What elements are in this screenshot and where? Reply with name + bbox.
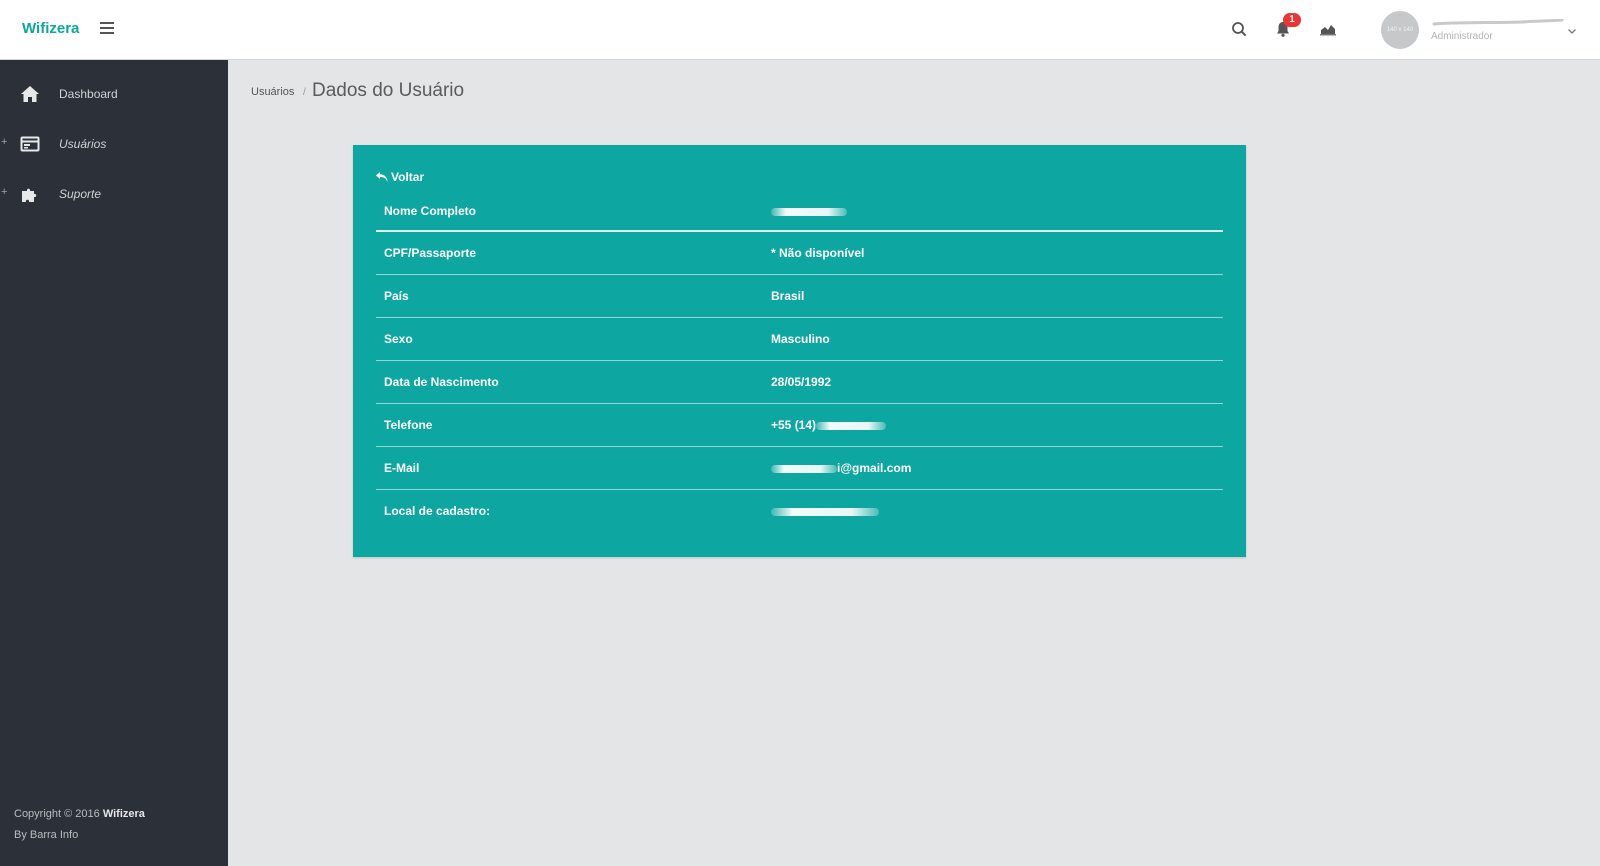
detail-row-nascimento: Data de Nascimento 28/05/1992 (376, 361, 1223, 404)
chevron-down-icon[interactable] (1567, 27, 1577, 35)
redacted-email-user (771, 465, 837, 473)
detail-label: Data de Nascimento (384, 375, 499, 389)
detail-value (771, 204, 847, 218)
expand-plus-icon[interactable]: + (1, 186, 7, 198)
detail-label: Telefone (384, 418, 433, 432)
detail-value: 28/05/1992 (771, 375, 832, 389)
expand-plus-icon[interactable]: + (1, 136, 7, 148)
reply-arrow-icon (376, 172, 388, 182)
puzzle-icon (22, 188, 37, 202)
top-navbar: Wifizera 1 140 x 140 Administrador (0, 0, 1600, 60)
detail-row-telefone: Telefone +55 (14) (376, 404, 1223, 447)
card-icon (20, 136, 40, 152)
sidebar-item-usuarios[interactable]: + Usuários (0, 124, 228, 164)
detail-row-local: Local de cadastro: (376, 490, 1223, 533)
back-button[interactable]: Voltar (375, 170, 424, 184)
detail-row-nome: Nome Completo (376, 186, 1223, 232)
detail-row-pais: País Brasil (376, 275, 1223, 318)
detail-label: País (384, 289, 409, 303)
home-icon (21, 86, 39, 102)
user-role: Administrador (1431, 31, 1493, 42)
sidebar-footer: Copyright © 2016 Wifizera By Barra Info (14, 804, 145, 846)
sidebar-item-label: Usuários (59, 137, 107, 151)
sidebar-item-suporte[interactable]: + Suporte (0, 174, 228, 214)
detail-value (771, 504, 879, 518)
notification-badge: 1 (1283, 13, 1301, 27)
copyright-company: Wifizera (102, 808, 145, 820)
sidebar-item-label: Dashboard (59, 87, 118, 101)
detail-value: Masculino (771, 332, 830, 346)
detail-row-email: E-Mail i@gmail.com (376, 447, 1223, 490)
credit-text: By Barra Info (14, 829, 79, 841)
avatar[interactable]: 140 x 140 (1381, 11, 1419, 49)
detail-label: Sexo (384, 332, 413, 346)
detail-label: Nome Completo (384, 204, 477, 218)
redacted-location (771, 508, 879, 516)
brand-logo[interactable]: Wifizera (22, 20, 79, 37)
copyright-line: Copyright © 2016 Wifizera (14, 804, 145, 825)
breadcrumb-usuarios-link[interactable]: Usuários (251, 86, 294, 98)
user-details-card: Voltar Nome Completo CPF/Passaporte * Nã… (353, 145, 1246, 557)
detail-value: +55 (14) (771, 418, 887, 432)
copyright-text: Copyright © 2016 (14, 808, 100, 820)
page-title: Dados do Usuário (312, 80, 465, 101)
user-name-redacted (1432, 19, 1564, 26)
menu-toggle-icon[interactable] (100, 22, 114, 36)
search-icon[interactable] (1228, 18, 1250, 40)
detail-value: Brasil (771, 289, 805, 303)
redacted-phone (816, 422, 887, 430)
detail-row-cpf: CPF/Passaporte * Não disponível (376, 232, 1223, 275)
phone-prefix: +55 (14) (771, 418, 817, 432)
back-button-label: Voltar (391, 170, 425, 184)
detail-label: Local de cadastro: (384, 504, 491, 518)
detail-value: * Não disponível (771, 246, 865, 260)
redacted-name (771, 208, 847, 216)
email-domain: i@gmail.com (837, 461, 912, 475)
detail-label: CPF/Passaporte (384, 246, 477, 260)
detail-row-sexo: Sexo Masculino (376, 318, 1223, 361)
user-details-list: Nome Completo CPF/Passaporte * Não dispo… (376, 186, 1223, 533)
sidebar-item-label: Suporte (59, 187, 102, 201)
detail-label: E-Mail (384, 461, 420, 475)
breadcrumb-separator: / (303, 87, 306, 98)
sidebar: Dashboard + Usuários + Suporte Copyright… (0, 60, 228, 866)
area-chart-icon[interactable] (1317, 18, 1339, 40)
sidebar-item-dashboard[interactable]: Dashboard (0, 74, 228, 114)
detail-value: i@gmail.com (771, 461, 911, 475)
